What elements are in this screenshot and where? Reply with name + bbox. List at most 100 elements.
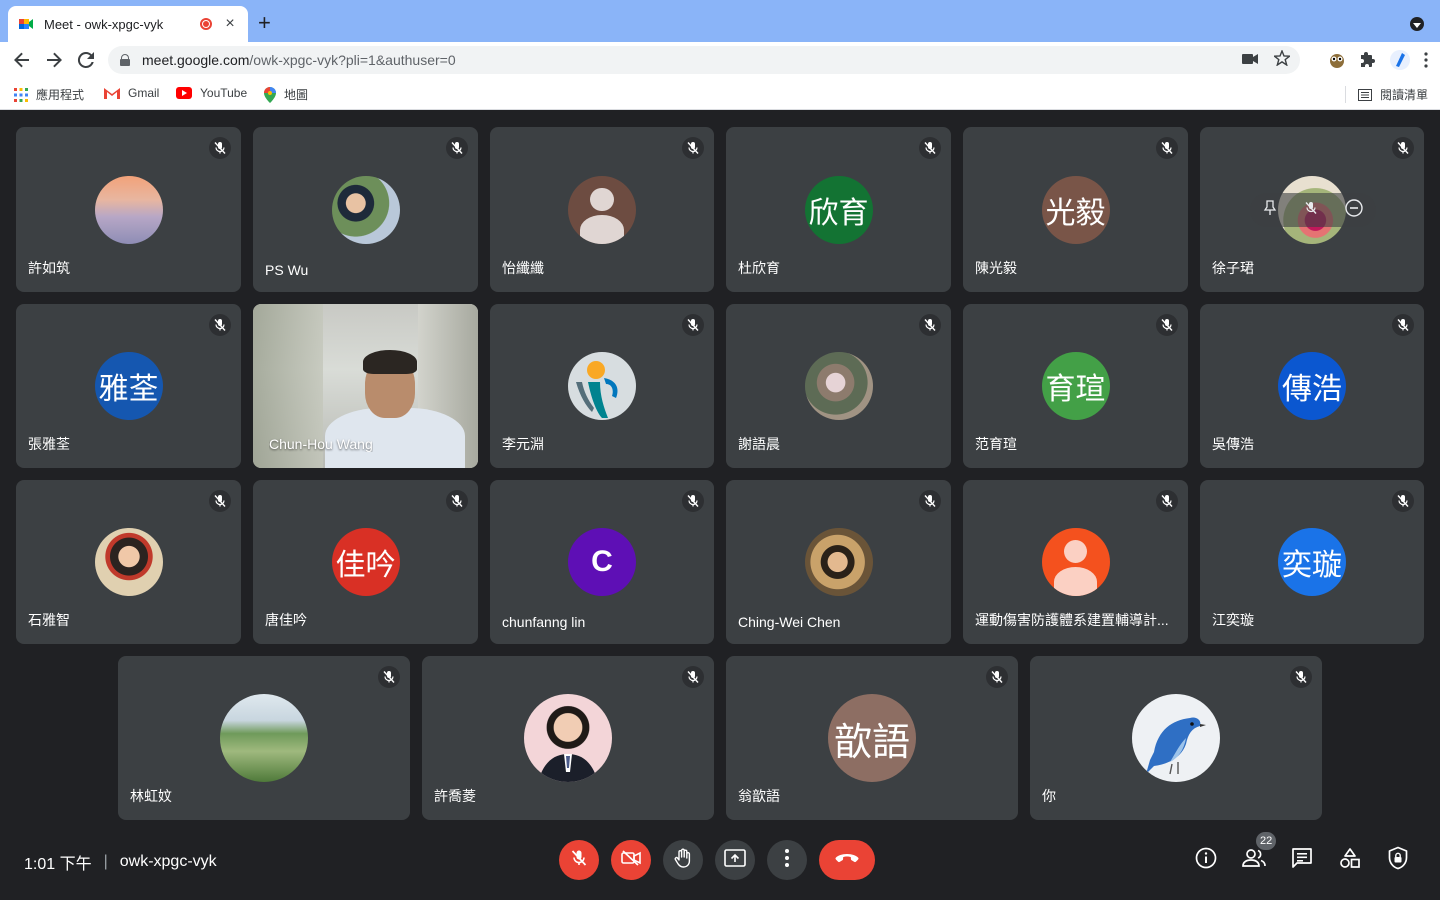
chat-button[interactable] — [1288, 846, 1316, 874]
participant-name: 翁歆語 — [738, 788, 780, 804]
bookmark-star-icon[interactable] — [1272, 49, 1292, 71]
participant-tile[interactable]: 謝語晨 — [726, 304, 951, 468]
recording-indicator-icon — [200, 18, 212, 30]
bookmark-maps[interactable]: 地圖 — [264, 86, 308, 103]
address-bar[interactable]: meet.google.com/owk-xpgc-vyk?pli=1&authu… — [108, 46, 1300, 74]
participant-tile[interactable]: Ching-Wei Chen — [726, 480, 951, 644]
mic-off-icon — [1156, 490, 1178, 512]
tab-close-icon[interactable]: × — [222, 15, 238, 33]
mic-off-icon — [1156, 314, 1178, 336]
meeting-info-separator: | — [103, 853, 108, 870]
browser-tab-meet[interactable]: Meet - owk-xpgc-vyk × — [8, 6, 248, 42]
shield-lock-icon — [1387, 846, 1409, 875]
participant-tile[interactable]: 欣育 杜欣育 — [726, 127, 951, 292]
camera-in-use-icon[interactable] — [1242, 52, 1258, 70]
participant-name: Chun-Hou Wang — [269, 436, 373, 452]
owl-extension-icon[interactable] — [1328, 51, 1346, 74]
participant-tile[interactable]: 雅荃 張雅荃 — [16, 304, 241, 468]
raise-hand-button[interactable] — [663, 840, 703, 880]
participant-tile-self[interactable]: 你 — [1030, 656, 1322, 820]
participant-video-tile[interactable]: Chun-Hou Wang — [253, 304, 478, 468]
camera-off-icon — [621, 849, 641, 871]
participant-tile[interactable]: 許喬菱 — [422, 656, 714, 820]
mute-participant-icon[interactable] — [1304, 201, 1318, 220]
tile-hover-controls — [1250, 193, 1376, 227]
forward-arrow-icon[interactable] — [42, 48, 66, 72]
avatar-initials: 歆語 — [828, 694, 916, 782]
avatar-initials: 雅荃 — [94, 352, 163, 420]
participant-name: 唐佳吟 — [265, 612, 307, 628]
tab-strip: Meet - owk-xpgc-vyk × + — [0, 0, 1440, 42]
mic-off-icon — [919, 314, 941, 336]
people-button[interactable] — [1240, 846, 1268, 874]
microphone-toggle-button[interactable] — [559, 840, 599, 880]
avatar-default-silhouette — [1041, 528, 1110, 596]
meet-favicon-icon — [18, 16, 34, 32]
hang-up-icon — [835, 851, 859, 869]
participant-tile[interactable]: 育瑄 范育瑄 — [963, 304, 1188, 468]
participant-count-badge: 22 — [1256, 832, 1277, 850]
participant-tile[interactable]: 歆語 翁歆語 — [726, 656, 1018, 820]
activities-button[interactable] — [1336, 846, 1364, 874]
browser-toolbar: meet.google.com/owk-xpgc-vyk?pli=1&authu… — [0, 42, 1440, 78]
mic-off-icon — [919, 490, 941, 512]
participant-tile[interactable]: C chunfanng lin — [490, 480, 714, 644]
mic-off-icon — [446, 490, 468, 512]
bookmark-apps[interactable]: 應用程式 — [14, 86, 84, 103]
participant-name: 杜欣育 — [738, 260, 780, 276]
meeting-details-button[interactable] — [1192, 846, 1220, 874]
more-options-button[interactable] — [767, 840, 807, 880]
maps-pin-icon — [264, 86, 276, 103]
mic-off-icon — [682, 490, 704, 512]
avatar-initials: 欣育 — [804, 175, 873, 244]
bookmarks-bar: 應用程式 Gmail YouTube 地圖 閱讀清單 — [0, 78, 1440, 110]
meeting-control-bar: 1:01 下午 | owk-xpgc-vyk 22 — [0, 832, 1440, 900]
camera-toggle-button[interactable] — [611, 840, 651, 880]
pin-icon[interactable] — [1263, 199, 1277, 221]
mic-off-icon — [570, 849, 588, 872]
mic-off-icon — [1392, 490, 1414, 512]
host-controls-button[interactable] — [1384, 846, 1412, 874]
participant-tile[interactable]: 佳吟 唐佳吟 — [253, 480, 478, 644]
reload-icon[interactable] — [74, 48, 98, 72]
avatar-photo-bluebird — [1132, 694, 1220, 782]
lock-icon[interactable] — [120, 54, 130, 66]
mic-off-icon — [378, 666, 400, 688]
participant-tile[interactable]: 李元淵 — [490, 304, 714, 468]
mic-off-icon — [682, 137, 704, 159]
participant-name: 林虹妏 — [130, 788, 172, 804]
participant-tile[interactable]: 怡纖纖 — [490, 127, 714, 292]
extensions-puzzle-icon[interactable] — [1360, 52, 1376, 73]
participant-name: 許喬菱 — [434, 788, 476, 804]
tab-search-icon[interactable] — [1410, 17, 1424, 31]
participant-tile[interactable]: 奕璇 江奕璇 — [1200, 480, 1424, 644]
browser-menu-kebab-icon[interactable] — [1424, 52, 1428, 73]
participant-tile[interactable]: 徐子珺 — [1200, 127, 1424, 292]
bookmark-label: Gmail — [128, 86, 160, 100]
reading-list-button[interactable]: 閱讀清單 — [1344, 86, 1428, 103]
profile-avatar-icon[interactable] — [1390, 50, 1410, 75]
bookmark-youtube[interactable]: YouTube — [176, 86, 247, 100]
new-tab-button[interactable]: + — [258, 12, 271, 34]
avatar-initials: C — [568, 528, 636, 596]
avatar-initials: 育瑄 — [1041, 352, 1110, 420]
participant-tile[interactable]: 許如筑 — [16, 127, 241, 292]
bookmark-label: 地圖 — [284, 88, 309, 102]
participant-tile[interactable]: 運動傷害防護體系建置輔導計... — [963, 480, 1188, 644]
leave-call-button[interactable] — [819, 840, 875, 880]
back-arrow-icon[interactable] — [10, 48, 34, 72]
participant-name: chunfanng lin — [502, 614, 586, 630]
participant-tile[interactable]: PS Wu — [253, 127, 478, 292]
present-screen-button[interactable] — [715, 840, 755, 880]
mic-off-icon — [682, 314, 704, 336]
remove-participant-icon[interactable] — [1344, 198, 1363, 222]
tab-title: Meet - owk-xpgc-vyk — [44, 16, 164, 32]
participant-tile[interactable]: 林虹妏 — [118, 656, 410, 820]
participant-tile[interactable]: 傳浩 吳傳浩 — [1200, 304, 1424, 468]
people-icon — [1241, 848, 1267, 873]
bookmark-gmail[interactable]: Gmail — [104, 86, 159, 100]
participant-name: 范育瑄 — [975, 436, 1017, 452]
meeting-code: owk-xpgc-vyk — [119, 853, 217, 870]
participant-tile[interactable]: 石雅智 — [16, 480, 241, 644]
participant-tile[interactable]: 光毅 陳光毅 — [963, 127, 1188, 292]
